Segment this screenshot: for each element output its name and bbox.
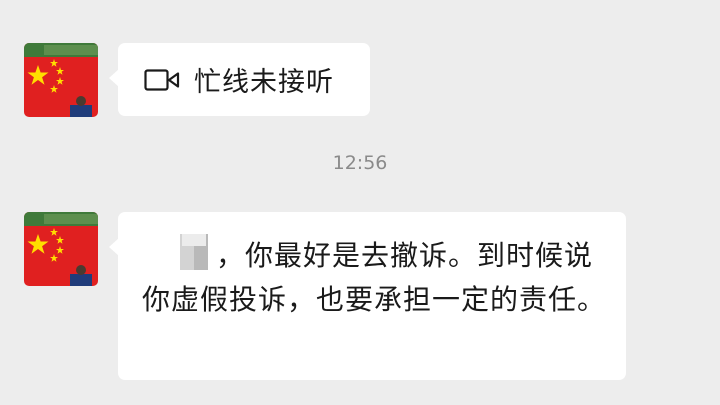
call-status-bubble[interactable]: 忙线未接听 — [109, 43, 370, 116]
contact-avatar[interactable] — [24, 43, 98, 117]
contact-avatar[interactable] — [24, 212, 98, 286]
message-timestamp: 12:56 — [332, 152, 388, 174]
redacted-name-pixelation — [142, 234, 214, 270]
call-status-text: 忙线未接听 — [194, 67, 334, 98]
chat-window: 忙线未接听 12:56 ，你最好是去撤诉。到时候说你虚假投诉，也要承担一定的责任… — [0, 0, 720, 405]
video-camera-icon — [144, 68, 180, 92]
text-message-bubble[interactable]: ，你最好是去撤诉。到时候说你虚假投诉，也要承担一定的责任。 — [109, 212, 626, 380]
message-text-container: ，你最好是去撤诉。到时候说你虚假投诉，也要承担一定的责任。 — [142, 234, 606, 322]
flag-avatar-image — [24, 43, 98, 117]
flag-avatar-image — [24, 212, 98, 286]
